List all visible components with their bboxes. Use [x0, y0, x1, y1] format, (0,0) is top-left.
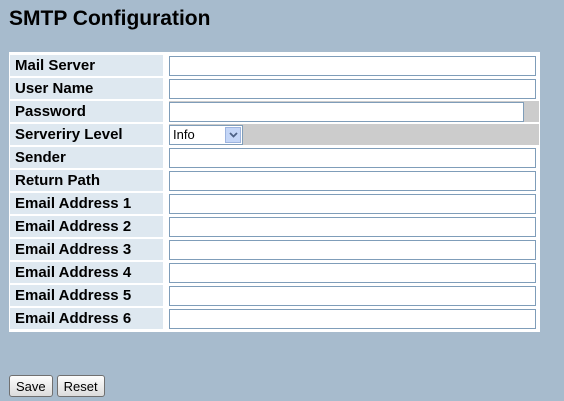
email-3-label: Email Address 3	[10, 239, 163, 260]
row-return-path: Return Path	[10, 170, 539, 191]
password-label: Password	[10, 101, 163, 122]
email-5-label: Email Address 5	[10, 285, 163, 306]
smtp-config-table: Mail Server User Name Password Serveriry…	[9, 52, 540, 332]
password-input[interactable]	[169, 101, 524, 122]
return-path-input[interactable]	[169, 170, 536, 191]
row-email-1: Email Address 1	[10, 193, 539, 214]
row-email-3: Email Address 3	[10, 239, 539, 260]
severity-level-value: Info	[173, 126, 195, 142]
mail-server-label: Mail Server	[10, 55, 163, 76]
save-button[interactable]: Save	[9, 375, 53, 397]
user-name-input[interactable]	[169, 78, 536, 99]
sender-label: Sender	[10, 147, 163, 168]
email-2-label: Email Address 2	[10, 216, 163, 237]
email-2-input[interactable]	[169, 216, 536, 237]
email-1-input[interactable]	[169, 193, 536, 214]
email-5-input[interactable]	[169, 285, 536, 306]
row-email-4: Email Address 4	[10, 262, 539, 283]
row-sender: Sender	[10, 147, 539, 168]
row-email-5: Email Address 5	[10, 285, 539, 306]
reset-button[interactable]: Reset	[56, 375, 105, 397]
button-row: Save Reset	[9, 375, 105, 397]
email-4-label: Email Address 4	[10, 262, 163, 283]
chevron-down-icon[interactable]	[225, 126, 241, 143]
return-path-label: Return Path	[10, 170, 163, 191]
row-email-6: Email Address 6	[10, 308, 539, 329]
page-title: SMTP Configuration	[9, 7, 211, 30]
sender-input[interactable]	[169, 147, 536, 168]
user-name-label: User Name	[10, 78, 163, 99]
row-user-name: User Name	[10, 78, 539, 99]
row-email-2: Email Address 2	[10, 216, 539, 237]
email-1-label: Email Address 1	[10, 193, 163, 214]
email-4-input[interactable]	[169, 262, 536, 283]
severity-level-label: Serveriry Level	[10, 124, 163, 145]
row-severity-level: Serveriry Level Info	[10, 124, 539, 145]
severity-level-select[interactable]: Info	[169, 124, 243, 145]
row-password: Password	[10, 101, 539, 122]
email-6-label: Email Address 6	[10, 308, 163, 329]
email-6-input[interactable]	[169, 308, 536, 329]
email-3-input[interactable]	[169, 239, 536, 260]
mail-server-input[interactable]	[169, 55, 536, 76]
row-mail-server: Mail Server	[10, 55, 539, 76]
